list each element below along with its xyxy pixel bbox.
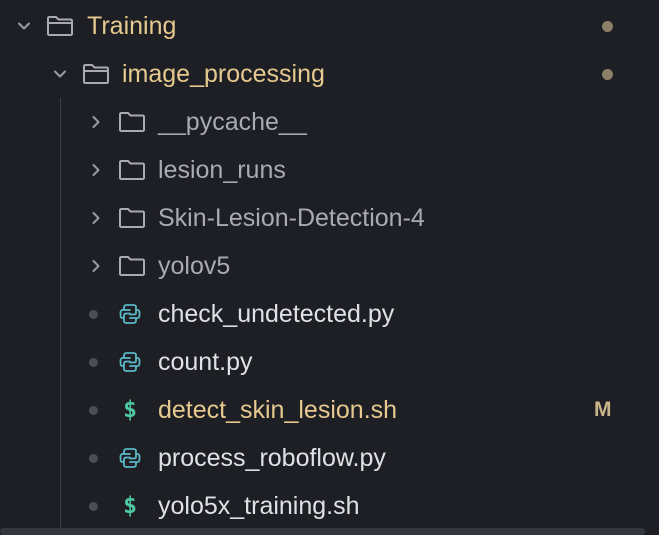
tree-item-process-roboflow[interactable]: process_roboflow.py (0, 434, 659, 482)
chevron-right-icon[interactable] (84, 110, 108, 134)
chevron-right-icon[interactable] (84, 206, 108, 230)
modified-status-dot (602, 69, 613, 80)
leaf-dot (89, 310, 98, 319)
tree-item-label: check_undetected.py (158, 300, 395, 328)
python-icon (115, 443, 145, 473)
leaf-dot (89, 502, 98, 511)
folder-icon (117, 155, 147, 185)
tree-item-label: yolo5x_training.sh (158, 492, 360, 520)
folder-icon (117, 107, 147, 137)
python-icon (115, 299, 145, 329)
tree-item-yolo5x-training[interactable]: $ yolo5x_training.sh (0, 482, 659, 530)
chevron-down-icon[interactable] (48, 62, 72, 86)
tree-item-label: detect_skin_lesion.sh (158, 396, 398, 424)
tree-item-detect-skin-lesion[interactable]: $ detect_skin_lesion.sh M (0, 386, 659, 434)
leaf-dot (89, 406, 98, 415)
modified-badge: M (594, 398, 612, 421)
tree-item-label: Skin-Lesion-Detection-4 (158, 204, 425, 232)
tree-item-pycache[interactable]: __pycache__ (0, 98, 659, 146)
tree-item-label: process_roboflow.py (158, 444, 386, 472)
shell-icon: $ (123, 493, 137, 519)
chevron-right-icon[interactable] (84, 254, 108, 278)
tree-item-training[interactable]: Training (0, 2, 659, 50)
horizontal-scrollbar[interactable] (0, 528, 645, 535)
folder-icon (45, 11, 75, 41)
tree-item-label: count.py (158, 348, 253, 376)
tree-item-label: __pycache__ (158, 108, 307, 136)
tree-item-label: yolov5 (158, 252, 231, 280)
folder-icon (117, 203, 147, 233)
tree-item-label: Training (87, 12, 177, 40)
chevron-down-icon[interactable] (12, 14, 36, 38)
folder-icon (117, 251, 147, 281)
chevron-right-icon[interactable] (84, 158, 108, 182)
tree-item-image-processing[interactable]: image_processing (0, 50, 659, 98)
shell-icon: $ (123, 397, 137, 423)
tree-item-check-undetected[interactable]: check_undetected.py (0, 290, 659, 338)
tree-item-yolov5[interactable]: yolov5 (0, 242, 659, 290)
leaf-dot (89, 358, 98, 367)
python-icon (115, 347, 145, 377)
tree-item-label: lesion_runs (158, 156, 286, 184)
tree-item-count[interactable]: count.py (0, 338, 659, 386)
tree-item-label: image_processing (122, 60, 325, 88)
modified-status-dot (602, 21, 613, 32)
tree-item-skin-lesion-detection-4[interactable]: Skin-Lesion-Detection-4 (0, 194, 659, 242)
folder-icon (81, 59, 111, 89)
file-explorer-tree: Training image_processing __pycache__ le… (0, 0, 659, 535)
leaf-dot (89, 454, 98, 463)
tree-item-lesion-runs[interactable]: lesion_runs (0, 146, 659, 194)
